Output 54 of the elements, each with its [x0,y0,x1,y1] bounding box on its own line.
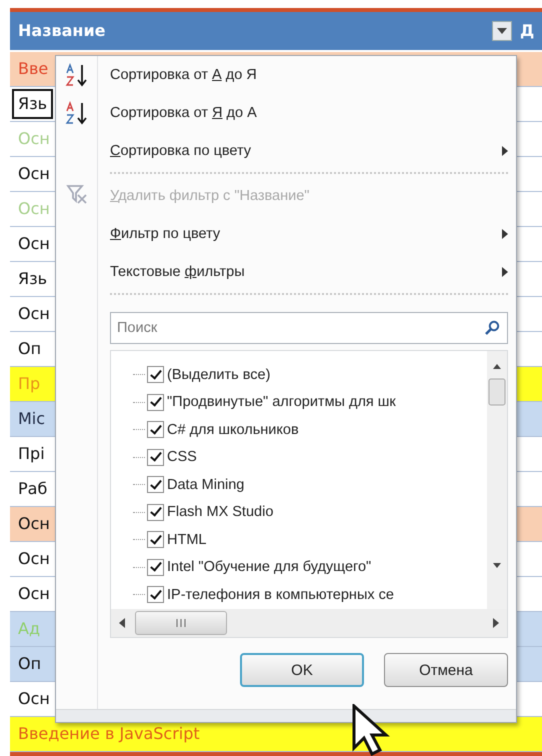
table-cell-text: Оп [17,338,42,360]
table-cell-text: Осн [17,198,51,220]
dialog-button[interactable]: Отмена [384,653,508,687]
value-checkbox[interactable]: IP-телефония в компьютерных се [147,586,394,604]
table-cell-text: Mic [17,408,46,430]
table-cell-text: Прі [17,443,46,465]
sort-icon [64,63,90,87]
value-checkbox[interactable]: (Выделить все) [147,366,270,384]
table-cell-text: Оп [17,653,42,675]
value-checkbox[interactable]: Data Mining [147,476,244,494]
sort-icon [64,101,90,125]
submenu-arrow-icon [502,229,508,239]
table-cell-text: Ад [17,618,42,640]
value-checkbox[interactable]: Intel "Обучение для будущего" [147,558,372,576]
filter-dropdown-button[interactable] [492,20,512,41]
table-cell-text: Осн [17,128,51,150]
submenu-arrow-icon [502,267,508,277]
table-cell: Язь [12,89,54,119]
search-icon [484,320,500,336]
value-checkbox[interactable]: C# для школьников [147,421,299,438]
table-cell-text: Раб [17,478,48,500]
resize-grip[interactable] [56,709,516,722]
scroll-thumb[interactable] [135,611,227,635]
table-cell-text: Осн [17,548,51,570]
table-cell-text: Осн [17,233,51,255]
table-cell-text: Осн [17,583,51,605]
horizontal-scrollbar[interactable] [111,609,507,637]
dialog-button[interactable]: OK [240,653,364,687]
table-cell-text: Осн [17,303,51,325]
table-cell-text: Пр [17,373,42,395]
search-field[interactable]: Поиск [110,312,508,344]
value-checkbox[interactable]: HTML [147,531,206,548]
value-checkbox[interactable]: CSS [147,448,197,466]
vertical-scrollbar[interactable] [487,351,507,609]
table-cell-text: Осн [17,513,51,535]
menu-item[interactable]: Сортировка по цвету [110,132,508,170]
menu-item[interactable]: Сортировка от Я до А [110,94,508,132]
table-cell-text: Вве [17,58,50,80]
caret-icon [497,28,507,34]
column-title: Название [18,21,107,40]
value-checkbox[interactable]: Flash MX Studio [147,504,274,521]
value-checkbox[interactable]: "Продвинутые" алгоритмы для шк [147,394,396,411]
column-title: Д [520,21,536,40]
submenu-arrow-icon [502,146,508,156]
table-cell-text: Введение в JavaScript [17,723,201,745]
menu-item[interactable]: Текстовые фильтры [110,253,508,291]
table-cell-text: Осн [17,688,51,710]
menu-item[interactable]: Сортировка от А до Я [110,56,508,94]
scroll-left-icon[interactable] [119,618,125,628]
scroll-right-icon[interactable] [493,618,499,628]
menu-item[interactable]: Фильтр по цвету [110,215,508,253]
table-cell-text: Осн [17,163,51,185]
clear-filter-icon [66,183,88,205]
table-cell-text: Язь [17,268,48,290]
